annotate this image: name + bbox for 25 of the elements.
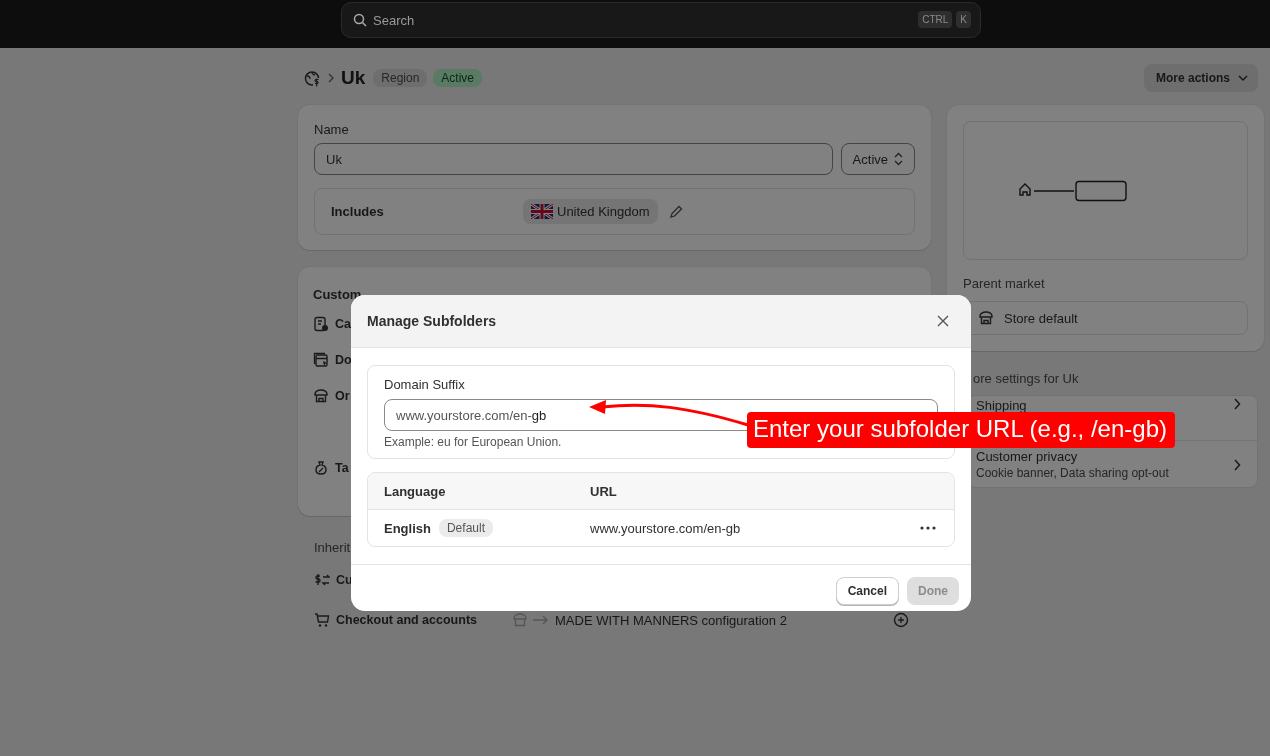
shortcut-key: K — [956, 11, 971, 28]
field-label: Name — [314, 122, 350, 137]
row-title: Customer privacy — [976, 449, 1079, 464]
shortcut-key: CTRL — [918, 11, 953, 28]
field-label: Parent market — [963, 276, 1046, 292]
status-badge: Region — [373, 69, 428, 87]
column-header: URL — [590, 483, 617, 499]
page-title: Uk — [341, 67, 366, 89]
section-heading: ore settings for Uk — [973, 371, 1080, 386]
dialog-title: Manage Subfolders — [367, 313, 497, 329]
status-badge: Active — [433, 69, 482, 87]
source-text: MADE WITH MANNERS configuration 2 — [555, 612, 787, 628]
includes-label: Includes — [331, 204, 385, 219]
parent-market-name: Store default — [1004, 310, 1078, 326]
field-label: Domain Suffix — [384, 377, 466, 392]
row-subtitle: Cookie banner, Data sharing opt-out — [976, 466, 1169, 480]
help-text: Example: eu for European Union. — [384, 435, 563, 449]
table-cell: English — [384, 520, 431, 536]
section-heading: Custom — [313, 287, 363, 302]
annotation-tooltip: Enter your subfolder URL (e.g., /en-gb) — [747, 412, 1175, 448]
section-heading: Inherit — [314, 540, 352, 555]
default-badge: Default — [438, 519, 493, 537]
row-title: Shipping — [976, 398, 1027, 413]
table-cell-text: www.yourstore.com/en-gb — [590, 520, 742, 536]
column-header: Language — [384, 483, 447, 499]
